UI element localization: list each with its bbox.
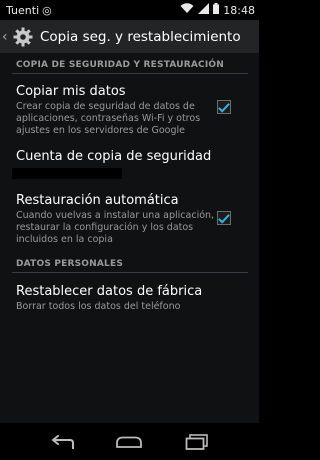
section-divider	[12, 272, 248, 273]
status-right: 18:48	[180, 3, 255, 17]
pref-summary: Crear copia de seguridad de datos de apl…	[16, 101, 201, 136]
section-divider	[12, 73, 248, 74]
gear-icon[interactable]	[12, 26, 34, 48]
checkmark-icon	[218, 102, 230, 113]
pref-summary: Borrar todos los datos del teléfono	[16, 301, 181, 312]
pref-title: Copiar mis datos	[16, 84, 126, 99]
back-icon[interactable]	[42, 427, 82, 457]
recents-icon[interactable]	[177, 427, 217, 457]
checkmark-icon	[218, 213, 230, 224]
up-chevron-icon[interactable]: ‹	[2, 29, 12, 45]
carrier-name: Tuenti	[6, 3, 40, 17]
auto-restore-checkbox[interactable]	[217, 211, 231, 225]
status-bar: Tuenti ◎ 18:48	[0, 0, 259, 20]
status-left: Tuenti ◎	[6, 4, 180, 17]
page-title: Copia seg. y restablecimiento	[40, 28, 241, 45]
pref-title: Cuenta de copia de seguridad	[16, 149, 212, 164]
pref-copy-data[interactable]: Copiar mis datos Crear copia de segurida…	[16, 84, 216, 137]
settings-list: COPIA DE SEGURIDAD Y RESTAURACIÓN Copiar…	[0, 53, 259, 423]
carrier-icon: ◎	[42, 3, 52, 17]
section-header-backup: COPIA DE SEGURIDAD Y RESTAURACIÓN	[16, 60, 224, 70]
pref-backup-account[interactable]: Cuenta de copia de seguridad	[16, 149, 216, 164]
home-icon[interactable]	[109, 427, 149, 457]
section-header-personal: DATOS PERSONALES	[16, 259, 124, 269]
signal-icon	[198, 3, 210, 17]
clock: 18:48	[223, 3, 255, 17]
battery-icon	[213, 3, 220, 17]
action-bar: ‹ Copia seg. y restablecimiento	[0, 20, 259, 53]
pref-title: Restablecer datos de fábrica	[16, 284, 203, 299]
copy-data-checkbox[interactable]	[217, 100, 231, 114]
pref-title: Restauración automática	[16, 193, 179, 208]
pref-factory-reset[interactable]: Restablecer datos de fábrica Borrar todo…	[16, 284, 216, 313]
pref-auto-restore[interactable]: Restauración automática Cuando vuelvas a…	[16, 193, 216, 246]
wifi-icon	[180, 3, 194, 17]
navigation-bar	[0, 423, 259, 460]
pref-summary: Cuando vuelvas a instalar una aplicación…	[16, 210, 215, 245]
redacted-account	[12, 168, 122, 179]
